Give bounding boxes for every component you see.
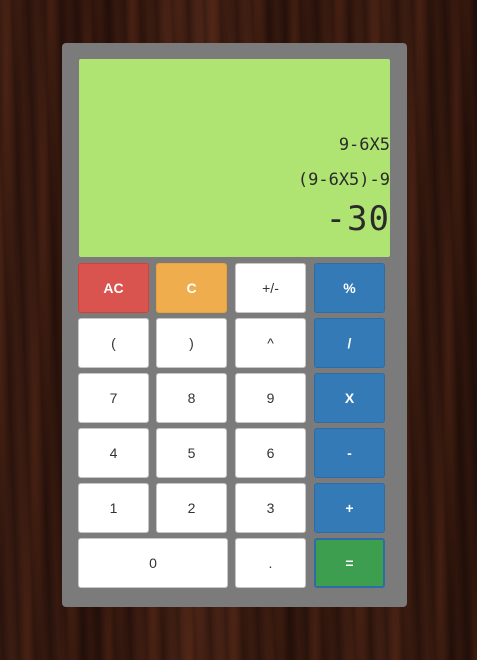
result-value: -30	[325, 199, 390, 239]
minus-button[interactable]: -	[314, 428, 385, 478]
history-line: 9-6X5	[338, 135, 390, 155]
plus-minus-button[interactable]: +/-	[235, 263, 306, 313]
multiply-button[interactable]: X	[314, 373, 385, 423]
expression-line: (9-6X5)-9	[297, 170, 390, 190]
equals-button[interactable]: =	[314, 538, 385, 588]
power-button[interactable]: ^	[235, 318, 306, 368]
open-paren-button[interactable]: (	[78, 318, 149, 368]
divide-button[interactable]: /	[314, 318, 385, 368]
calculator: 9-6X5 (9-6X5)-9 -30 AC C +/- % ( ) ^ / 7…	[62, 43, 407, 607]
plus-button[interactable]: +	[314, 483, 385, 533]
digit-2-button[interactable]: 2	[156, 483, 227, 533]
digit-8-button[interactable]: 8	[156, 373, 227, 423]
digit-3-button[interactable]: 3	[235, 483, 306, 533]
all-clear-button[interactable]: AC	[78, 263, 149, 313]
clear-button[interactable]: C	[156, 263, 227, 313]
decimal-button[interactable]: .	[235, 538, 306, 588]
digit-7-button[interactable]: 7	[78, 373, 149, 423]
display-screen: 9-6X5 (9-6X5)-9 -30	[79, 59, 390, 257]
close-paren-button[interactable]: )	[156, 318, 227, 368]
digit-5-button[interactable]: 5	[156, 428, 227, 478]
digit-1-button[interactable]: 1	[78, 483, 149, 533]
digit-6-button[interactable]: 6	[235, 428, 306, 478]
digit-4-button[interactable]: 4	[78, 428, 149, 478]
digit-0-button[interactable]: 0	[78, 538, 228, 588]
digit-9-button[interactable]: 9	[235, 373, 306, 423]
percent-button[interactable]: %	[314, 263, 385, 313]
